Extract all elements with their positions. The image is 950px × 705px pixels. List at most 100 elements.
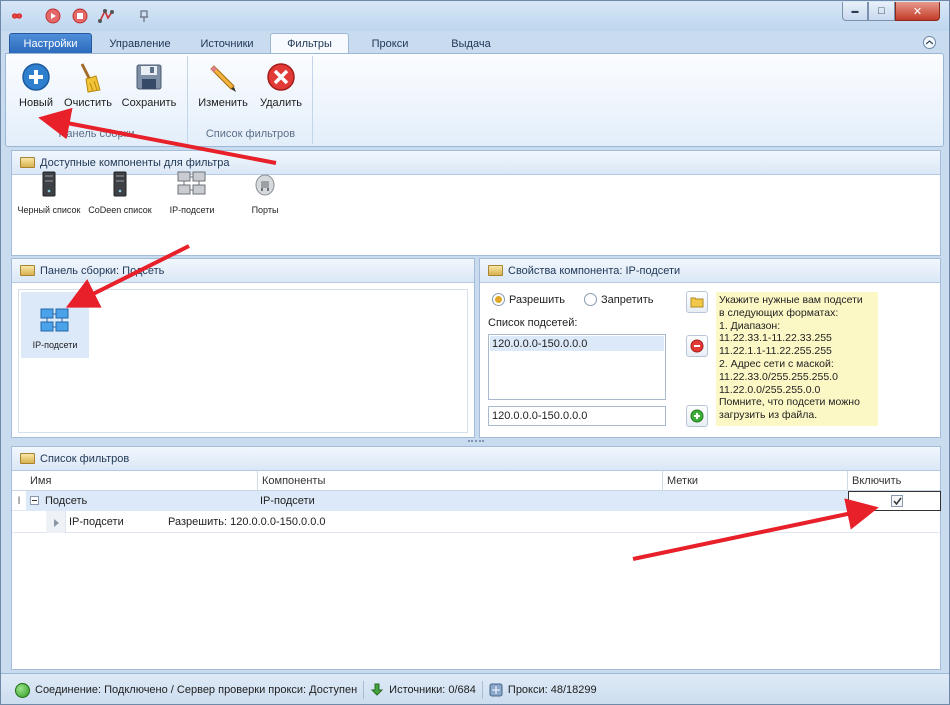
subnet-list[interactable]: 120.0.0.0-150.0.0.0 — [488, 334, 666, 400]
tab-proxies[interactable]: Прокси — [353, 33, 427, 54]
open-file-button[interactable] — [686, 291, 708, 313]
add-subnet-button[interactable] — [686, 405, 708, 427]
enable-checkbox[interactable] — [891, 495, 903, 507]
component-label: Черный список — [17, 205, 81, 215]
record-icon[interactable] — [45, 8, 61, 24]
splitter-grip[interactable] — [468, 440, 484, 443]
connection-status: Соединение: Подключено / Сервер проверки… — [35, 684, 358, 696]
column-tags[interactable]: Метки — [663, 471, 848, 490]
checkmark-icon — [892, 497, 902, 505]
row-cursor-icon: I — [17, 495, 21, 507]
list-item[interactable]: 120.0.0.0-150.0.0.0 — [490, 336, 664, 351]
radio-unchecked-icon — [584, 293, 597, 306]
clear-button-label: Очистить — [64, 97, 112, 109]
deny-label: Запретить — [601, 293, 654, 306]
new-button-label: Новый — [19, 97, 53, 109]
stop-icon[interactable] — [72, 8, 88, 24]
filter-list-panel: Список фильтров Имя Компоненты Метки Вкл… — [11, 446, 941, 670]
properties-title: Свойства компонента: IP-подсети — [508, 264, 681, 277]
maximize-button[interactable]: □ — [868, 2, 895, 21]
build-item-label: IP-подсети — [32, 340, 78, 350]
folder-icon — [20, 157, 35, 168]
subnet-list-label: Список подсетей: — [488, 317, 578, 329]
server-icon — [113, 171, 127, 197]
subnet-hint: Укажите нужные вам подсети в следующих фо… — [716, 292, 878, 426]
collapse-ribbon-icon[interactable] — [923, 36, 936, 49]
ribbon-group-caption: Список фильтров — [205, 128, 296, 140]
build-panel-header: Панель сборки: Подсеть — [12, 259, 474, 283]
plus-icon — [19, 60, 53, 94]
component-ip-subnets[interactable]: IP-подсети — [157, 171, 227, 215]
minus-icon — [690, 339, 704, 353]
delete-icon — [264, 60, 298, 94]
component-ports[interactable]: Порты — [230, 171, 300, 215]
table-subrow[interactable]: IP-подсети Разрешить: 120.0.0.0-150.0.0.… — [12, 511, 940, 533]
tab-filters[interactable]: Фильтры — [270, 33, 349, 54]
properties-header: Свойства компонента: IP-подсети — [480, 259, 940, 283]
remove-subnet-button[interactable] — [686, 335, 708, 357]
tab-management[interactable]: Управление — [97, 33, 183, 54]
tab-settings[interactable]: Настройки — [9, 33, 92, 54]
folder-icon — [20, 265, 35, 276]
properties-panel: Свойства компонента: IP-подсети Разрешит… — [479, 258, 941, 438]
build-item-ip-subnets[interactable]: IP-подсети — [21, 292, 89, 358]
subrow-name: IP-подсети — [69, 516, 124, 528]
network-icon[interactable] — [98, 8, 114, 24]
component-codeen-list[interactable]: CoDeen список — [85, 171, 155, 215]
ribbon-group-filter-list: Изменить Удалить Список фильтров — [189, 56, 313, 144]
folder-icon — [20, 453, 35, 464]
component-blacklist[interactable]: Черный список — [14, 171, 84, 215]
column-name[interactable]: Имя — [26, 471, 258, 490]
title-bar: ▬ □ ✕ — [1, 1, 949, 31]
expand-arrow-icon[interactable] — [54, 518, 59, 530]
grid-header: Имя Компоненты Метки Включить — [12, 471, 940, 491]
build-canvas[interactable]: IP-подсети — [18, 289, 468, 433]
floppy-disk-icon — [132, 60, 166, 94]
available-components-panel: Доступные компоненты для фильтра Черный … — [11, 150, 941, 256]
subnet-input[interactable]: 120.0.0.0-150.0.0.0 — [488, 406, 666, 426]
filter-list-title: Список фильтров — [40, 452, 130, 465]
allow-radio[interactable]: Разрешить — [492, 293, 565, 306]
clear-button[interactable]: Очистить — [60, 60, 116, 116]
proxies-count: Прокси: 48/18299 — [507, 684, 597, 696]
delete-button[interactable]: Удалить — [253, 60, 309, 116]
new-button[interactable]: Новый — [8, 60, 64, 116]
column-enable[interactable]: Включить — [848, 471, 940, 490]
subrow-value: Разрешить: 120.0.0.0-150.0.0.0 — [168, 516, 326, 528]
download-icon — [370, 683, 384, 696]
component-label: CoDeen список — [88, 205, 152, 215]
broom-icon — [71, 60, 105, 94]
open-folder-icon — [690, 297, 704, 308]
enable-cell[interactable] — [848, 491, 941, 511]
close-button[interactable]: ✕ — [895, 2, 940, 21]
pin-icon[interactable] — [136, 8, 152, 24]
minimize-button[interactable]: ▬ — [842, 2, 868, 21]
tab-sources[interactable]: Источники — [187, 33, 267, 54]
delete-button-label: Удалить — [260, 97, 302, 109]
filter-list-header: Список фильтров — [12, 447, 940, 471]
port-icon — [255, 174, 275, 196]
network-computers-icon — [40, 308, 69, 332]
available-components-title: Доступные компоненты для фильтра — [40, 156, 230, 169]
edit-button-label: Изменить — [198, 97, 248, 109]
column-components[interactable]: Компоненты — [258, 471, 663, 490]
plus-circle-icon — [690, 409, 704, 423]
app-window: ▬ □ ✕ Настройки Управление Источники Фил… — [0, 0, 950, 705]
component-label: IP-подсети — [169, 205, 215, 215]
tab-output[interactable]: Выдача — [431, 33, 511, 54]
deny-radio[interactable]: Запретить — [584, 293, 654, 306]
edit-button[interactable]: Изменить — [195, 60, 251, 116]
table-row[interactable]: I Подсеть IP-подсети — [12, 491, 941, 511]
server-icon — [42, 171, 56, 197]
row-components: IP-подсети — [260, 495, 315, 507]
ribbon: Новый Очистить Сохранить Панель сборки И… — [5, 53, 944, 147]
save-button[interactable]: Сохранить — [118, 60, 180, 116]
collapse-icon[interactable] — [30, 496, 39, 505]
ribbon-group-build-panel: Новый Очистить Сохранить Панель сборки — [6, 56, 188, 144]
infinity-icon[interactable] — [9, 8, 25, 24]
ribbon-group-caption: Панель сборки — [58, 128, 135, 140]
ribbon-tabs: Настройки Управление Источники Фильтры П… — [1, 31, 949, 54]
pencil-icon — [206, 60, 240, 94]
build-panel: Панель сборки: Подсеть IP-подсети — [11, 258, 475, 438]
radio-checked-icon — [492, 293, 505, 306]
